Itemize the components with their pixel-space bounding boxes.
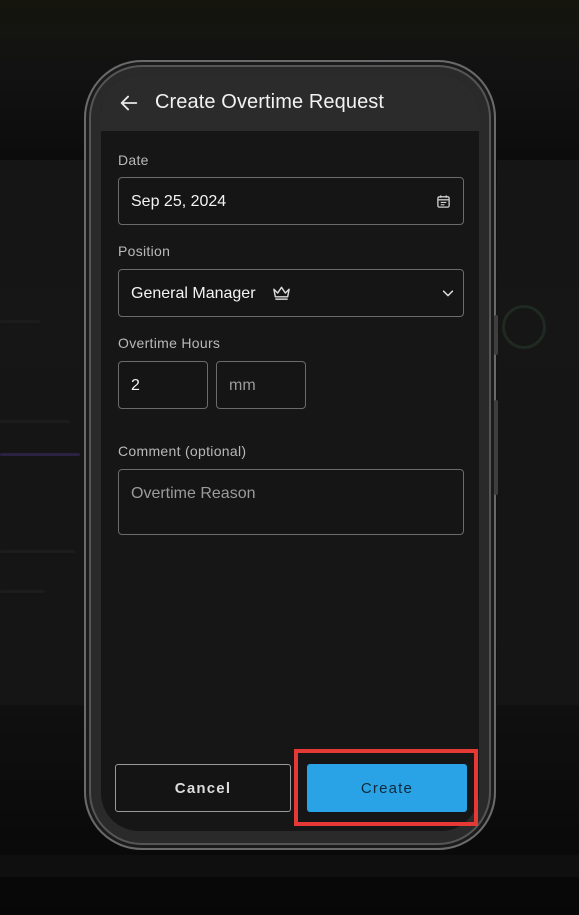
background-bottom-strip xyxy=(0,855,579,877)
comment-placeholder: Overtime Reason xyxy=(131,485,256,502)
date-field[interactable]: Sep 25, 2024 xyxy=(118,177,464,225)
arrow-left-icon[interactable] xyxy=(118,92,140,114)
cancel-button[interactable]: Cancel xyxy=(115,764,291,812)
date-label: Date xyxy=(118,152,149,168)
page-title: Create Overtime Request xyxy=(155,91,385,113)
date-value: Sep 25, 2024 xyxy=(131,193,227,210)
background-line xyxy=(0,420,70,423)
position-value: General Manager xyxy=(131,285,256,302)
overtime-hours-label: Overtime Hours xyxy=(118,335,221,351)
calendar-icon[interactable] xyxy=(436,194,451,209)
minutes-placeholder: mm xyxy=(229,377,256,394)
stage: Create Overtime Request Date Sep 25, 202… xyxy=(0,0,579,915)
background-line xyxy=(0,550,75,553)
hours-input[interactable]: 2 xyxy=(118,361,208,409)
background-line xyxy=(0,453,80,456)
background-line xyxy=(0,590,45,593)
background-panel-left xyxy=(0,160,90,705)
chevron-down-icon[interactable] xyxy=(441,286,455,300)
phone-side-button xyxy=(494,400,498,495)
phone-screen: Create Overtime Request Date Sep 25, 202… xyxy=(101,75,479,831)
crown-icon xyxy=(273,286,290,300)
app-bar: Create Overtime Request xyxy=(101,75,479,131)
background-line xyxy=(0,320,40,323)
position-select[interactable]: General Manager xyxy=(118,269,464,317)
background-panel-right xyxy=(497,160,579,705)
minutes-input[interactable]: mm xyxy=(216,361,306,409)
background-ring xyxy=(502,305,546,349)
phone-side-button xyxy=(494,315,498,355)
comment-label: Comment (optional) xyxy=(118,443,247,459)
hours-value: 2 xyxy=(131,377,140,394)
comment-textarea[interactable]: Overtime Reason xyxy=(118,469,464,535)
create-button-highlight xyxy=(294,749,478,826)
position-label: Position xyxy=(118,243,171,259)
